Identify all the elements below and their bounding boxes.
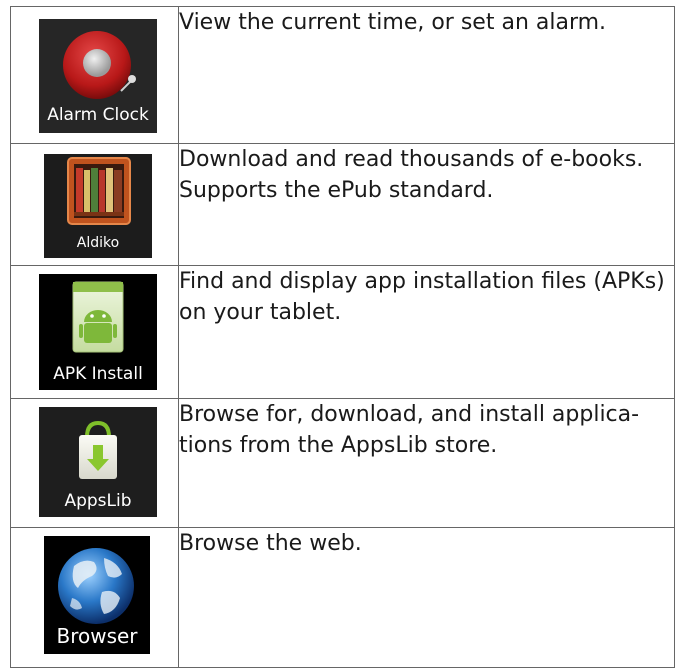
table-row: Aldiko Download and read thousands of e-…	[10, 143, 675, 266]
appslib-label: AppsLib	[64, 491, 132, 511]
apk-install-label: APK Install	[53, 364, 143, 384]
description-line: Download and read thousands of e-books.	[179, 147, 644, 172]
app-description-cell: Download and read thousands of e-books. …	[178, 143, 675, 266]
description-line: tions from the AppsLib store.	[179, 433, 498, 458]
description-line: Browse the web.	[179, 531, 362, 556]
table-row: AppsLib Browse for, download, and instal…	[10, 398, 675, 528]
app-description-cell: View the current time, or set an alarm.	[178, 6, 675, 144]
alarm-clock-app-tile: Alarm Clock	[39, 19, 157, 133]
app-icon-cell: AppsLib	[10, 398, 179, 528]
table-row: Alarm Clock View the current time, or se…	[10, 6, 675, 144]
browser-label: Browser	[56, 624, 138, 648]
browser-app-tile: Browser	[44, 536, 150, 654]
app-description-table: Alarm Clock View the current time, or se…	[10, 6, 675, 668]
description-line: on your tablet.	[179, 300, 342, 325]
table-row: APK Install Find and display app install…	[10, 265, 675, 399]
app-icon-cell: APK Install	[10, 265, 179, 399]
aldiko-label: Aldiko	[76, 235, 120, 251]
app-description-cell: Browse the web.	[178, 527, 675, 668]
app-icon-cell: Aldiko	[10, 143, 179, 266]
alarm-clock-label: Alarm Clock	[47, 105, 149, 125]
app-description-cell: Find and display app installation files …	[178, 265, 675, 399]
description-line: Supports the ePub standard.	[179, 178, 494, 203]
apk-install-app-tile: APK Install	[39, 274, 157, 390]
app-description-cell: Browse for, download, and install applic…	[178, 398, 675, 528]
app-icon-cell: Alarm Clock	[10, 6, 179, 144]
description-line: Find and display app installation files …	[179, 269, 665, 294]
table-row: Browser Browse the web.	[10, 527, 675, 668]
appslib-app-tile: AppsLib	[39, 407, 157, 517]
app-icon-cell: Browser	[10, 527, 179, 668]
aldiko-app-tile: Aldiko	[44, 154, 152, 258]
description-line: View the current time, or set an alarm.	[179, 10, 607, 35]
description-line: Browse for, download, and install applic…	[179, 402, 640, 427]
